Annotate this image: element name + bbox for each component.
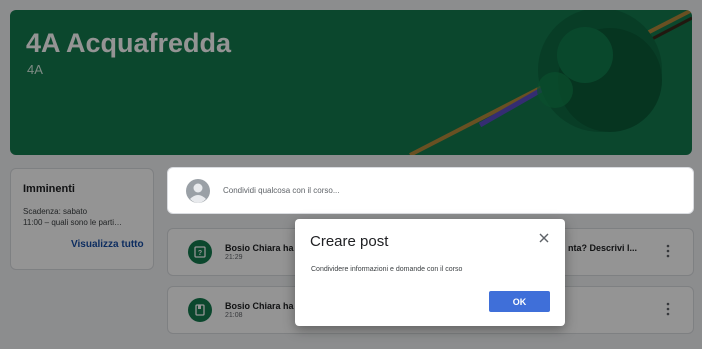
close-icon[interactable] xyxy=(537,231,551,245)
dialog-description: Condividere informazioni e domande con i… xyxy=(311,266,463,273)
dialog-title: Creare post xyxy=(310,233,389,250)
ok-button[interactable]: OK xyxy=(489,291,550,312)
avatar xyxy=(186,179,210,203)
share-box[interactable]: Condividi qualcosa con il corso... xyxy=(167,167,694,214)
create-post-dialog: Creare post Condividere informazioni e d… xyxy=(295,219,565,326)
share-placeholder[interactable]: Condividi qualcosa con il corso... xyxy=(223,186,340,195)
